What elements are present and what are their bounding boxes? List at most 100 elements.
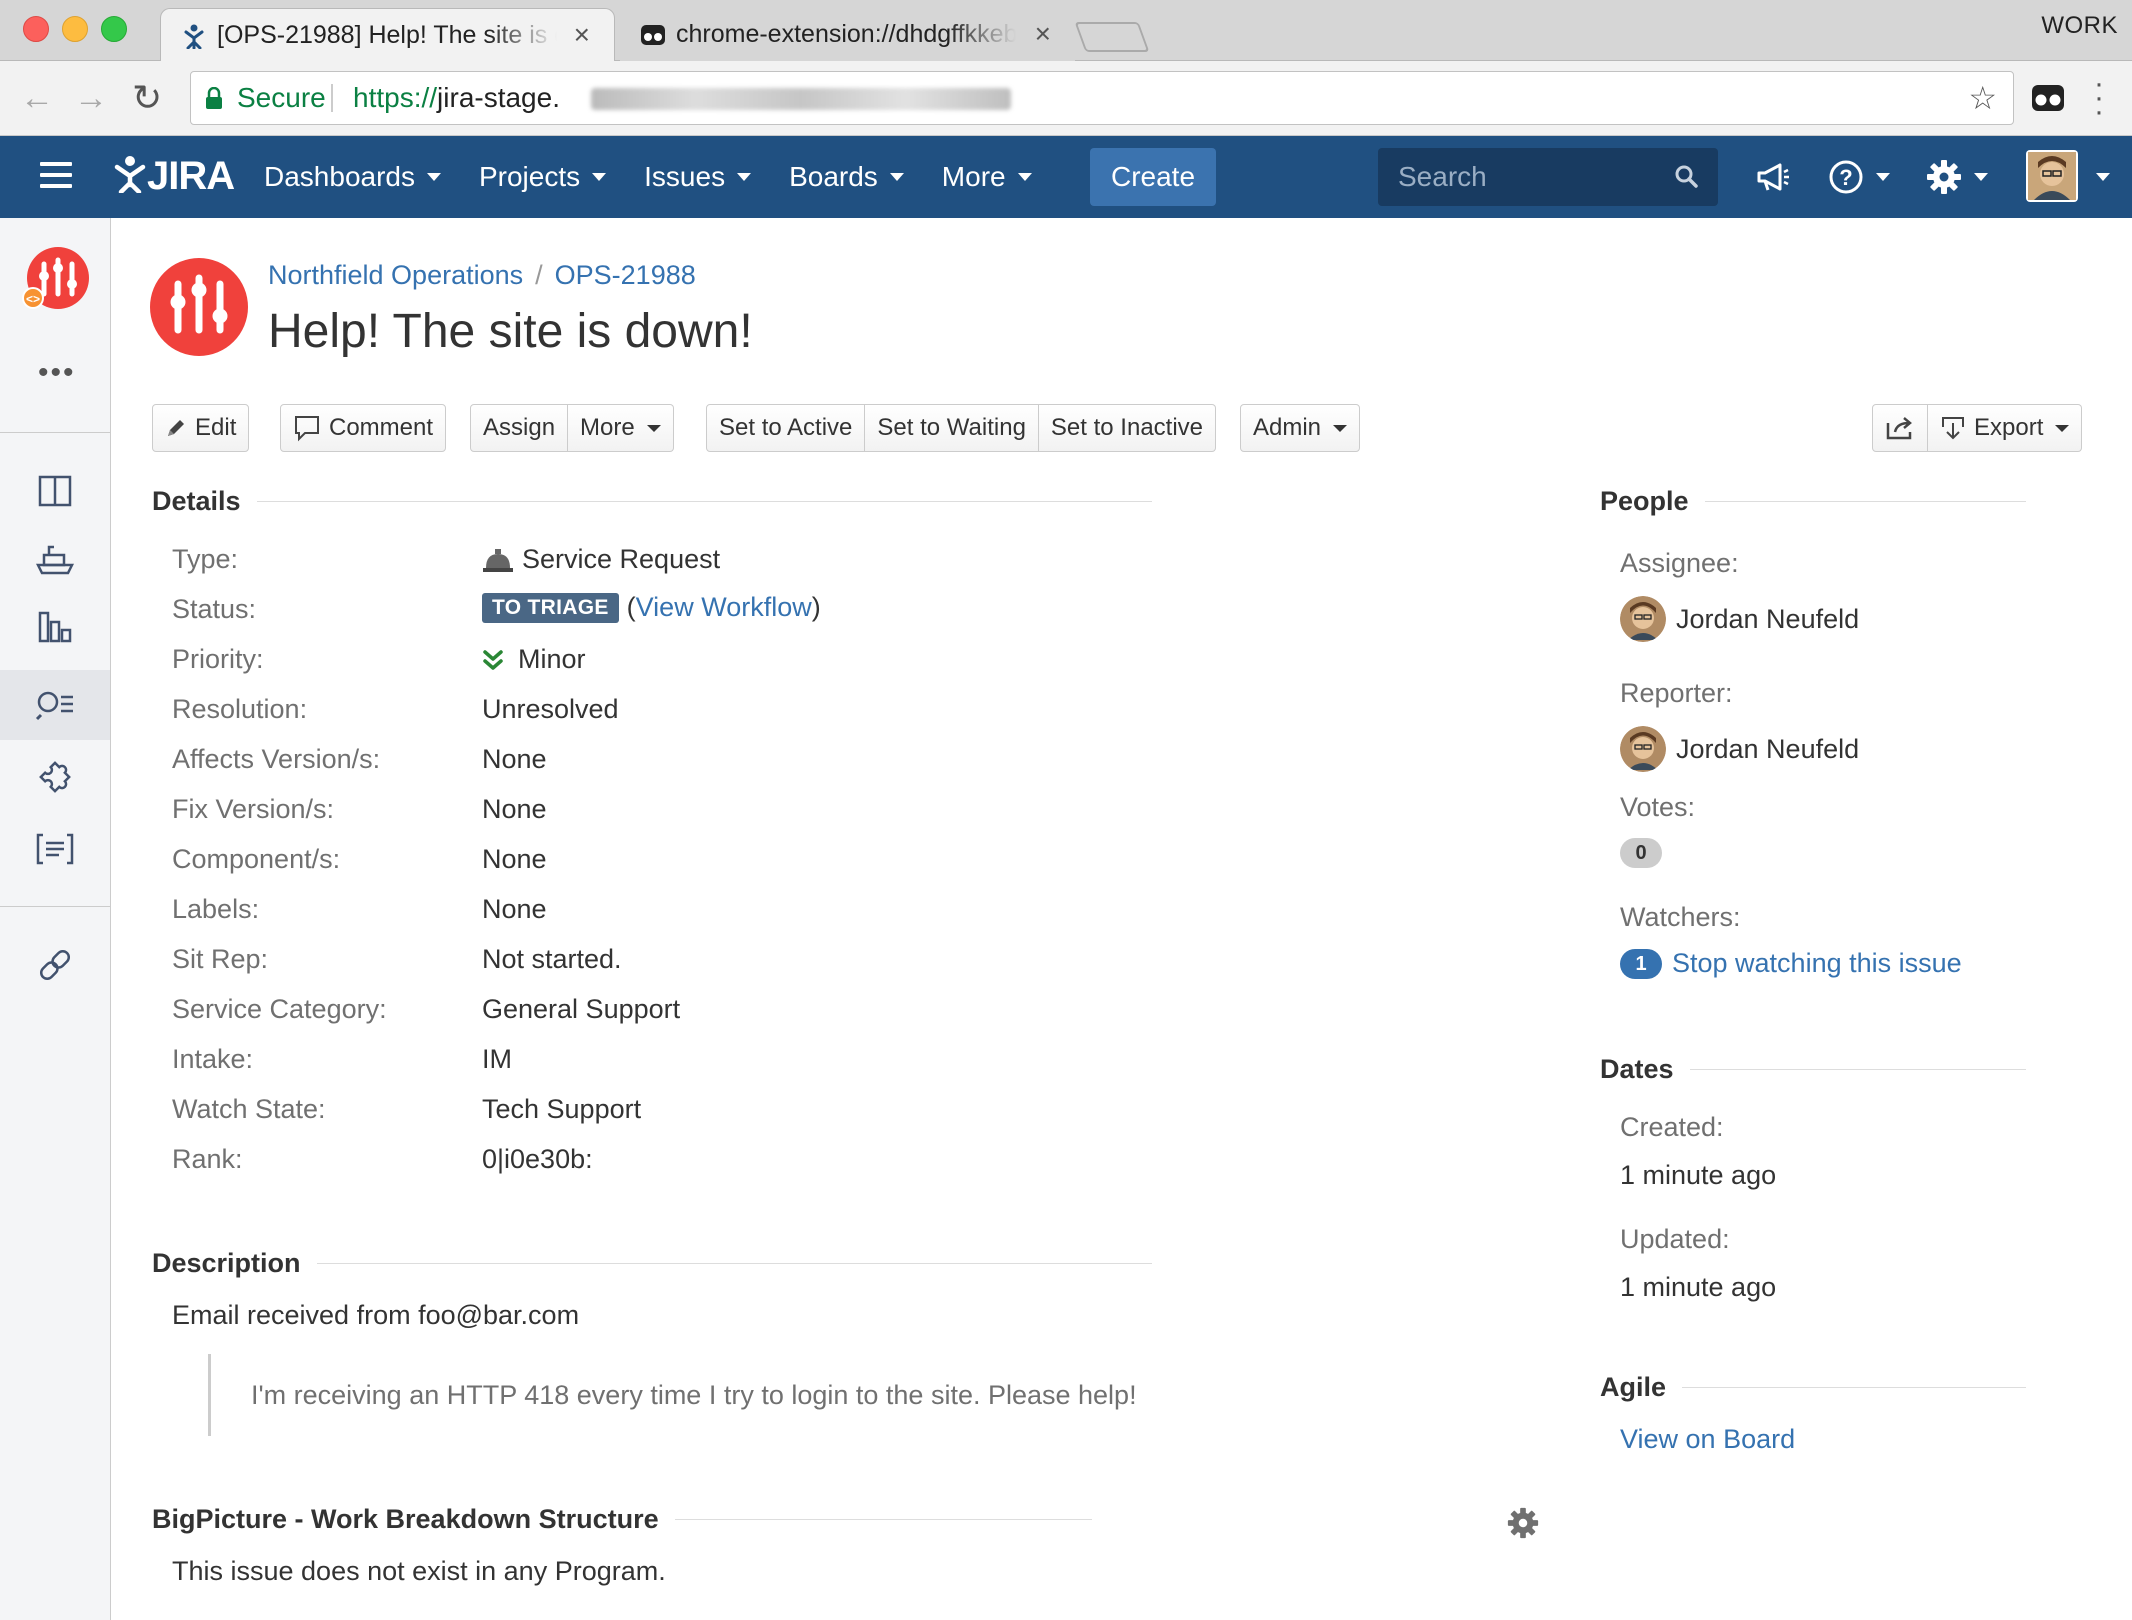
workflow-close-paren: ) <box>811 592 821 622</box>
new-tab-button[interactable] <box>1074 22 1150 52</box>
watchers-count-badge[interactable]: 1 <box>1620 948 1662 979</box>
nav-label: More <box>941 161 1006 192</box>
bigpicture-settings-gear-icon[interactable] <box>1506 1506 1540 1540</box>
section-rule <box>1704 501 2026 502</box>
updated-label: Updated: <box>1620 1224 1730 1254</box>
project-logo-icon[interactable]: <> <box>22 246 90 314</box>
search-input[interactable]: Search <box>1378 148 1718 206</box>
ship-icon <box>36 545 74 575</box>
address-bar[interactable]: Secure https://jira-stage. ☆ <box>190 71 2014 125</box>
reporter-value[interactable]: Jordan Neufeld <box>1620 726 1859 772</box>
nav-issues[interactable]: Issues <box>630 161 765 193</box>
bookmark-star-icon[interactable]: ☆ <box>1968 72 1997 124</box>
window-close-button[interactable] <box>23 16 49 42</box>
more-actions-button[interactable]: More <box>568 404 674 452</box>
created-label: Created: <box>1620 1112 1724 1142</box>
back-arrow-icon[interactable]: ← <box>20 79 54 117</box>
description-module-header[interactable]: Description <box>152 1248 1152 1279</box>
description-quote: I'm receiving an HTTP 418 every time I t… <box>208 1354 1208 1436</box>
assignee-value[interactable]: Jordan Neufeld <box>1620 596 1859 642</box>
sidebar-item-reports[interactable] <box>0 592 110 662</box>
sidebar-item-issues[interactable] <box>0 670 110 740</box>
jira-logo[interactable]: JIRA <box>113 154 235 199</box>
comment-button[interactable]: Comment <box>280 404 447 452</box>
reload-icon[interactable]: ↻ <box>132 79 162 117</box>
edit-button-group: Edit <box>152 404 250 452</box>
created-value: 1 minute ago <box>1620 1160 1777 1190</box>
description-heading: Description <box>152 1248 301 1278</box>
sidebar-item-add-ons[interactable] <box>0 742 110 812</box>
jira-logo-icon <box>114 156 146 195</box>
admin-label: Admin <box>1253 414 1322 441</box>
section-rule <box>316 1263 1152 1264</box>
bigpicture-module-header[interactable]: BigPicture - Work Breakdown Structure <box>152 1504 1092 1535</box>
section-rule <box>1682 1387 2026 1388</box>
assign-button[interactable]: Assign <box>470 404 569 452</box>
create-button[interactable]: Create <box>1090 148 1216 206</box>
chevron-down-icon[interactable] <box>2096 173 2110 181</box>
nav-boards[interactable]: Boards <box>775 161 918 193</box>
search-placeholder: Search <box>1398 161 1487 192</box>
more-dots-icon[interactable]: ••• <box>38 356 76 390</box>
assignee-label: Assignee: <box>1620 548 1739 578</box>
updated-value: 1 minute ago <box>1620 1272 1777 1302</box>
view-on-board-link[interactable]: View on Board <box>1620 1424 1795 1455</box>
set-to-inactive-button[interactable]: Set to Inactive <box>1038 404 1217 452</box>
sit-rep-value: Not started. <box>482 944 622 974</box>
priority-minor-icon <box>482 648 504 672</box>
browser-tab-active[interactable]: [OPS-21988] Help! The site is down! × <box>160 8 615 62</box>
sidebar-item-releases[interactable] <box>0 524 110 594</box>
feedback-megaphone-icon[interactable] <box>1756 154 1790 200</box>
nav-more[interactable]: More <box>928 161 1046 193</box>
priority-value: Minor <box>482 644 586 675</box>
issue-summary-title[interactable]: Help! The site is down! <box>268 304 753 359</box>
extension-icon[interactable] <box>2030 79 2066 115</box>
sidebar-item-components[interactable] <box>0 814 110 884</box>
user-avatar[interactable] <box>2026 150 2078 202</box>
intake-value: IM <box>482 1044 512 1074</box>
people-module-header[interactable]: People <box>1600 486 2026 517</box>
help-icon[interactable]: ? <box>1828 154 1890 200</box>
sidebar-item-backlog[interactable] <box>0 456 110 526</box>
browser-menu-icon[interactable]: · · · <box>2094 69 2104 127</box>
browser-tab-inactive[interactable]: chrome-extension://dhdgffkkebhmkfjojejmp… <box>620 8 1075 62</box>
share-button[interactable] <box>1872 404 1928 452</box>
share-export-button-group: Export <box>1872 404 2083 452</box>
jira-header: JIRA Dashboards Projects Issues Boards M… <box>0 136 2132 218</box>
breadcrumb-issue-key-link[interactable]: OPS-21988 <box>555 260 696 290</box>
breadcrumb-project-link[interactable]: Northfield Operations <box>268 260 523 290</box>
stop-watching-link[interactable]: Stop watching this issue <box>1672 948 1962 979</box>
tab-close-icon[interactable]: × <box>574 9 590 61</box>
set-to-active-button[interactable]: Set to Active <box>706 404 866 452</box>
window-minimize-button[interactable] <box>62 16 88 42</box>
details-module-header[interactable]: Details <box>152 486 1152 517</box>
export-button[interactable]: Export <box>1928 404 2083 452</box>
settings-gear-icon[interactable] <box>1926 154 1988 200</box>
nav-projects[interactable]: Projects <box>465 161 620 193</box>
votes-count-badge[interactable]: 0 <box>1620 838 1662 868</box>
breadcrumb-separator: / <box>535 260 543 290</box>
chevron-down-icon <box>1974 173 1988 181</box>
url-text: https://jira-stage. <box>353 72 560 124</box>
tab-close-icon[interactable]: × <box>1035 8 1051 60</box>
window-zoom-button[interactable] <box>101 16 127 42</box>
edit-button[interactable]: Edit <box>152 404 250 452</box>
labels-value: None <box>482 894 547 924</box>
nav-dashboards[interactable]: Dashboards <box>250 161 455 193</box>
description-text[interactable]: Email received from foo@bar.com <box>172 1300 579 1331</box>
project-avatar-icon[interactable] <box>150 258 248 356</box>
share-icon <box>1885 415 1915 441</box>
search-icon[interactable] <box>1674 164 1698 188</box>
top-navigation: Dashboards Projects Issues Boards More <box>250 136 1056 218</box>
forward-arrow-icon[interactable]: → <box>74 79 108 117</box>
hamburger-menu-icon[interactable] <box>40 162 72 188</box>
assign-more-button-group: Assign More <box>470 404 674 452</box>
admin-button[interactable]: Admin <box>1240 404 1361 452</box>
set-to-waiting-button[interactable]: Set to Waiting <box>865 404 1039 452</box>
sidebar-item-links[interactable] <box>0 930 110 1000</box>
components-label: Component/s: <box>172 844 341 874</box>
dates-module-header[interactable]: Dates <box>1600 1054 2026 1085</box>
view-workflow-link[interactable]: View Workflow <box>636 592 812 623</box>
agile-module-header[interactable]: Agile <box>1600 1372 2026 1403</box>
browser-profile-label[interactable]: WORK <box>2041 12 2118 40</box>
